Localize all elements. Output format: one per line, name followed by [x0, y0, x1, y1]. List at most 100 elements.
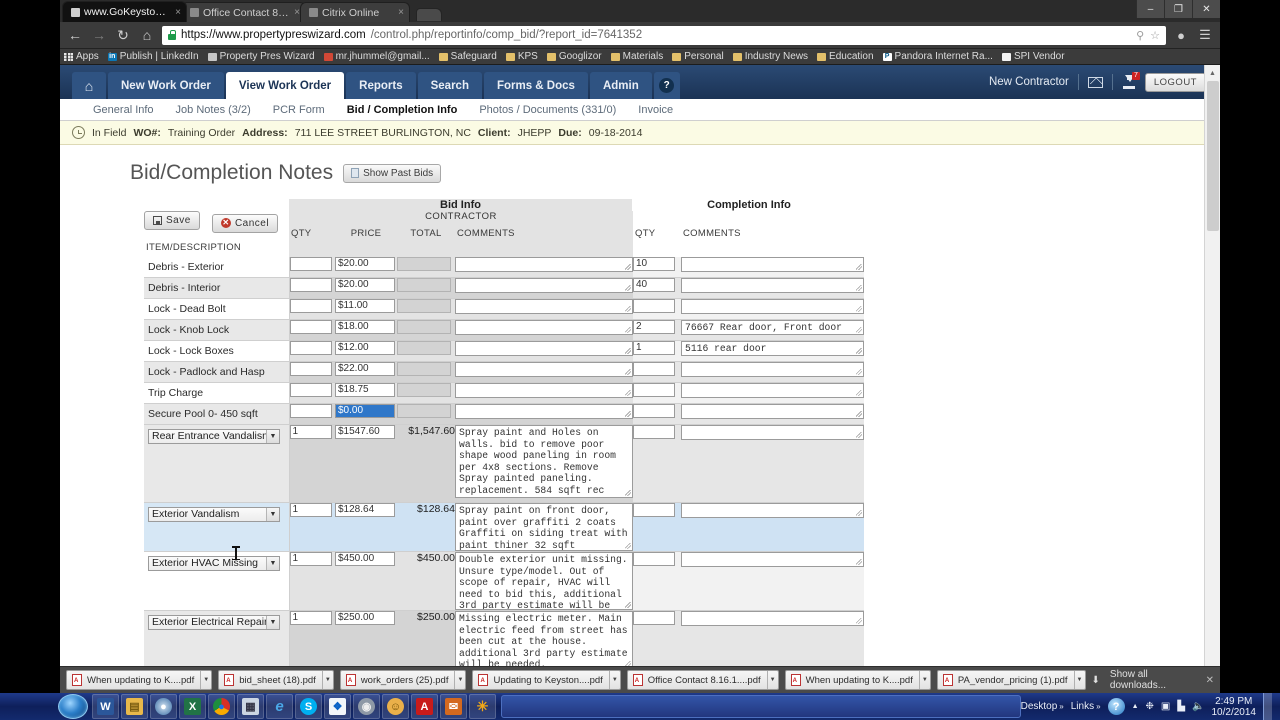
show-all-downloads-link[interactable]: Show all downloads... — [1110, 669, 1196, 691]
taskbar-sunshine[interactable]: ✳ — [469, 694, 496, 719]
bookmark-education[interactable]: Education — [817, 51, 873, 62]
bid-comments-textarea[interactable] — [455, 341, 633, 356]
bid-qty-input[interactable] — [290, 299, 332, 313]
chevron-down-icon[interactable]: ▼ — [454, 671, 465, 689]
bid-qty-input[interactable] — [290, 257, 332, 271]
bid-comments-textarea[interactable]: Spray paint on front door, paint over gr… — [455, 503, 633, 551]
chevron-down-icon[interactable]: ▼ — [266, 557, 279, 570]
completion-qty-input[interactable] — [633, 503, 675, 517]
browser-tab-2[interactable]: Citrix Online × — [300, 2, 410, 22]
completion-comments-textarea[interactable] — [681, 362, 864, 377]
bookmark-gmail[interactable]: mr.jhummel@gmail... — [324, 51, 430, 62]
nav-tab-search[interactable]: Search — [418, 72, 482, 99]
completion-comments-textarea[interactable] — [681, 278, 864, 293]
bookmark-pandora[interactable]: PPandora Internet Ra... — [883, 51, 993, 62]
bid-qty-input[interactable] — [290, 278, 332, 292]
chevron-down-icon[interactable]: ▼ — [919, 671, 930, 689]
taskbar-excel[interactable]: X — [179, 694, 206, 719]
subnav-job-notes[interactable]: Job Notes (3/2) — [165, 104, 262, 116]
nav-tab-help[interactable]: ? — [654, 72, 680, 99]
chevron-down-icon[interactable]: ▼ — [767, 671, 778, 689]
signal-tray-icon[interactable]: ▙ — [1177, 701, 1185, 712]
bid-comments-textarea[interactable] — [455, 362, 633, 377]
bid-price-input[interactable]: $250.00 — [335, 611, 395, 625]
bid-price-input[interactable]: $20.00 — [335, 257, 395, 271]
chevron-down-icon[interactable]: ▼ — [1074, 671, 1085, 689]
bid-comments-textarea[interactable] — [455, 383, 633, 398]
start-button[interactable] — [58, 694, 88, 719]
completion-comments-textarea[interactable] — [681, 503, 864, 518]
nav-tab-forms-and-docs[interactable]: Forms & Docs — [484, 72, 588, 99]
save-button[interactable]: Save — [144, 211, 200, 230]
subnav-photos-documents[interactable]: Photos / Documents (331/0) — [468, 104, 627, 116]
completion-comments-textarea[interactable] — [681, 611, 864, 626]
completion-comments-textarea[interactable] — [681, 383, 864, 398]
download-item[interactable]: bid_sheet (18).pdf ▼ — [218, 670, 334, 690]
bid-comments-textarea[interactable]: Spray paint and Holes on walls. bid to r… — [455, 425, 633, 498]
scrollbar-thumb[interactable] — [1207, 81, 1219, 231]
chevron-down-icon[interactable]: ▼ — [200, 671, 211, 689]
bid-price-input[interactable]: $12.00 — [335, 341, 395, 355]
download-item[interactable]: Office Contact 8.16.1....pdf ▼ — [627, 670, 779, 690]
bookmark-spi-vendor[interactable]: SPI Vendor — [1002, 51, 1065, 62]
maximize-button[interactable]: ❐ — [1164, 0, 1192, 18]
bid-comments-textarea[interactable]: Double exterior unit missing. Unsure typ… — [455, 552, 633, 610]
nav-tab-new-work-order[interactable]: New Work Order — [108, 72, 224, 99]
show-hidden-icons-icon[interactable]: ▲ — [1132, 703, 1139, 710]
bid-comments-textarea[interactable] — [455, 257, 633, 272]
nav-tab-view-work-order[interactable]: View Work Order — [226, 72, 344, 99]
completion-qty-input[interactable] — [633, 404, 675, 418]
bid-comments-textarea[interactable] — [455, 278, 633, 293]
key-icon[interactable]: ⚲ — [1136, 29, 1144, 42]
taskbar-dropbox[interactable]: ❖ — [324, 694, 351, 719]
completion-qty-input[interactable]: 10 — [633, 257, 675, 271]
taskbar-messenger[interactable]: ☺ — [382, 694, 409, 719]
taskbar-explorer[interactable]: ▤ — [121, 694, 148, 719]
bid-qty-input[interactable] — [290, 404, 332, 418]
taskbar-chrome[interactable]: ● — [208, 694, 235, 719]
toolbar-links[interactable]: Links» — [1071, 701, 1101, 712]
taskbar-shield[interactable]: ◉ — [353, 694, 380, 719]
clipboard-tray-icon[interactable]: ▣ — [1161, 701, 1170, 712]
completion-qty-input[interactable] — [633, 299, 675, 313]
cancel-button[interactable]: ✕ Cancel — [212, 214, 278, 233]
tray-help-icon[interactable]: ? — [1108, 698, 1125, 715]
bid-price-input[interactable]: $22.00 — [335, 362, 395, 376]
logout-button[interactable]: LOGOUT — [1145, 73, 1206, 92]
subnav-general-info[interactable]: General Info — [82, 104, 165, 116]
close-button[interactable]: ✕ — [1192, 0, 1220, 18]
scroll-up-icon[interactable]: ▲ — [1205, 65, 1220, 81]
item-select[interactable]: Exterior HVAC Missing ▼ — [148, 556, 280, 571]
taskbar-clock[interactable]: 2:49 PM 10/2/2014 — [1212, 696, 1257, 718]
profile-icon[interactable]: ● — [1172, 28, 1190, 43]
bid-price-input[interactable]: $450.00 — [335, 552, 395, 566]
toolbar-desktop[interactable]: Desktop» — [1021, 701, 1064, 712]
chevron-down-icon[interactable]: ▼ — [266, 430, 279, 443]
completion-qty-input[interactable] — [633, 362, 675, 376]
close-shelf-icon[interactable]: ✕ — [1206, 675, 1214, 686]
browser-tab-1[interactable]: Office Contact 8.16.14 (16 × — [181, 2, 306, 22]
bookmark-star-icon[interactable]: ☆ — [1150, 29, 1160, 42]
browser-tab-0[interactable]: www.GoKeystone.net × — [62, 1, 187, 22]
bookmark-kps[interactable]: KPS — [506, 51, 538, 62]
taskbar-media-player[interactable]: ● — [150, 694, 177, 719]
download-item[interactable]: When updating to K....pdf ▼ — [785, 670, 931, 690]
completion-qty-input[interactable] — [633, 552, 675, 566]
tab-close-icon[interactable]: × — [398, 7, 404, 18]
bookmark-property-pres-wizard[interactable]: Property Pres Wizard — [208, 51, 315, 62]
nav-tab-admin[interactable]: Admin — [590, 72, 652, 99]
completion-qty-input[interactable] — [633, 611, 675, 625]
show-desktop-button[interactable] — [1263, 693, 1272, 720]
forward-icon[interactable]: → — [90, 28, 108, 42]
completion-qty-input[interactable]: 1 — [633, 341, 675, 355]
home-icon[interactable]: ⌂ — [138, 28, 156, 42]
bookmark-linkedin[interactable]: inPublish | LinkedIn — [108, 51, 199, 62]
bid-price-input[interactable]: $20.00 — [335, 278, 395, 292]
completion-qty-input[interactable] — [633, 425, 675, 439]
item-select[interactable]: Exterior Electrical Repair ▼ — [148, 615, 280, 630]
address-bar[interactable]: https://www.propertypreswizard.com/contr… — [162, 26, 1166, 45]
bid-qty-input[interactable] — [290, 383, 332, 397]
bid-price-input[interactable]: $128.64 — [335, 503, 395, 517]
completion-comments-textarea[interactable]: 76667 Rear door, Front door — [681, 320, 864, 335]
bid-qty-input[interactable]: 1 — [290, 425, 332, 439]
